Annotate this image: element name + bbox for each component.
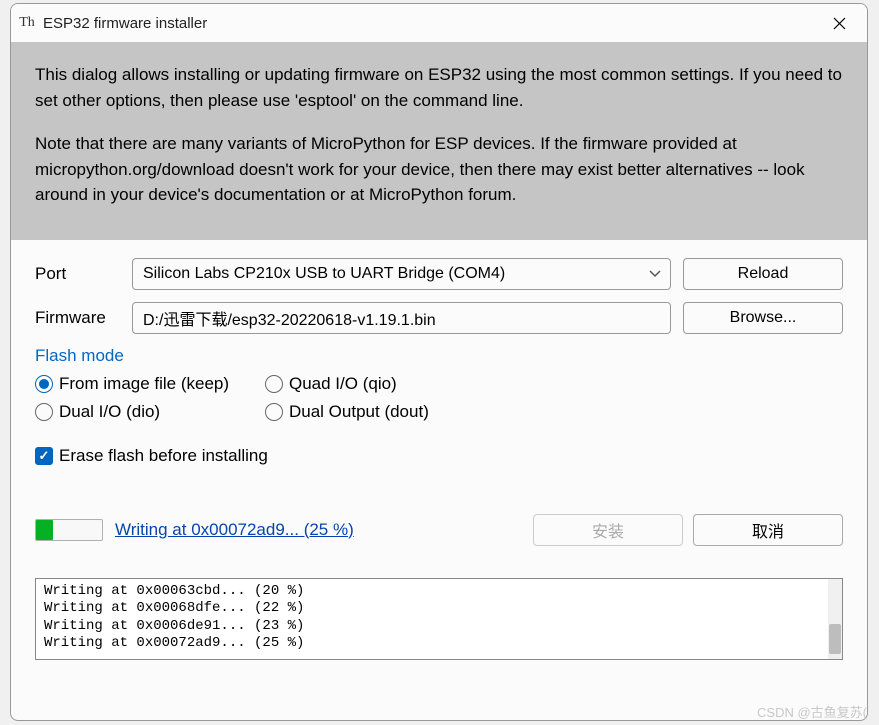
cancel-button[interactable]: 取消: [693, 514, 843, 546]
action-buttons: 安装 取消: [533, 514, 843, 546]
reload-button[interactable]: Reload: [683, 258, 843, 290]
port-label: Port: [35, 264, 120, 284]
erase-label: Erase flash before installing: [59, 446, 268, 466]
radio-qio-label: Quad I/O (qio): [289, 374, 397, 394]
close-button[interactable]: [819, 8, 859, 38]
progress-status-link[interactable]: Writing at 0x00072ad9... (25 %): [115, 520, 354, 540]
dialog-window: Th ESP32 firmware installer This dialog …: [10, 3, 868, 721]
radio-dout-label: Dual Output (dout): [289, 402, 429, 422]
flash-mode-fieldset: Flash mode From image file (keep) Quad I…: [35, 346, 843, 422]
log-line: Writing at 0x00072ad9... (25 %): [44, 635, 304, 651]
flash-legend: Flash mode: [35, 346, 843, 366]
radio-dio[interactable]: Dual I/O (dio): [35, 402, 265, 422]
radio-dout[interactable]: Dual Output (dout): [265, 402, 485, 422]
firmware-input[interactable]: [132, 302, 671, 334]
progress-fill: [36, 520, 53, 540]
radio-icon: [265, 375, 283, 393]
port-select[interactable]: Silicon Labs CP210x USB to UART Bridge (…: [132, 258, 671, 290]
port-select-wrap: Silicon Labs CP210x USB to UART Bridge (…: [132, 258, 671, 290]
log-line: Writing at 0x0006de91... (23 %): [44, 618, 304, 634]
radio-icon: [35, 375, 53, 393]
port-row: Port Silicon Labs CP210x USB to UART Bri…: [35, 258, 843, 290]
info-panel: This dialog allows installing or updatin…: [11, 42, 867, 240]
firmware-row: Firmware Browse...: [35, 302, 843, 334]
radio-keep-label: From image file (keep): [59, 374, 229, 394]
radio-keep[interactable]: From image file (keep): [35, 374, 265, 394]
log-output[interactable]: Writing at 0x00063cbd... (20 %) Writing …: [35, 578, 843, 660]
log-scrollbar[interactable]: [828, 579, 842, 659]
titlebar: Th ESP32 firmware installer: [11, 4, 867, 42]
radio-dio-label: Dual I/O (dio): [59, 402, 160, 422]
radio-qio[interactable]: Quad I/O (qio): [265, 374, 485, 394]
progress-bar: [35, 519, 103, 541]
install-button[interactable]: 安装: [533, 514, 683, 546]
info-text-2: Note that there are many variants of Mic…: [35, 131, 843, 208]
close-icon: [833, 17, 846, 30]
scroll-thumb[interactable]: [829, 624, 841, 654]
flash-radio-group: From image file (keep) Quad I/O (qio) Du…: [35, 374, 843, 422]
form-area: Port Silicon Labs CP210x USB to UART Bri…: [11, 240, 867, 558]
erase-row: ✓ Erase flash before installing: [35, 446, 843, 466]
firmware-label: Firmware: [35, 308, 120, 328]
log-line: Writing at 0x00068dfe... (22 %): [44, 600, 304, 616]
port-value: Silicon Labs CP210x USB to UART Bridge (…: [143, 265, 505, 283]
app-icon: Th: [19, 15, 35, 31]
radio-icon: [35, 403, 53, 421]
browse-button[interactable]: Browse...: [683, 302, 843, 334]
radio-icon: [265, 403, 283, 421]
erase-checkbox[interactable]: ✓ Erase flash before installing: [35, 446, 843, 466]
info-text-1: This dialog allows installing or updatin…: [35, 62, 843, 113]
watermark: CSDN @古鱼复苏(: [757, 702, 867, 721]
progress-row: Writing at 0x00072ad9... (25 %) 安装 取消: [35, 514, 843, 546]
checkbox-icon: ✓: [35, 447, 53, 465]
log-line: Writing at 0x00063cbd... (20 %): [44, 583, 304, 599]
window-title: ESP32 firmware installer: [43, 15, 207, 32]
